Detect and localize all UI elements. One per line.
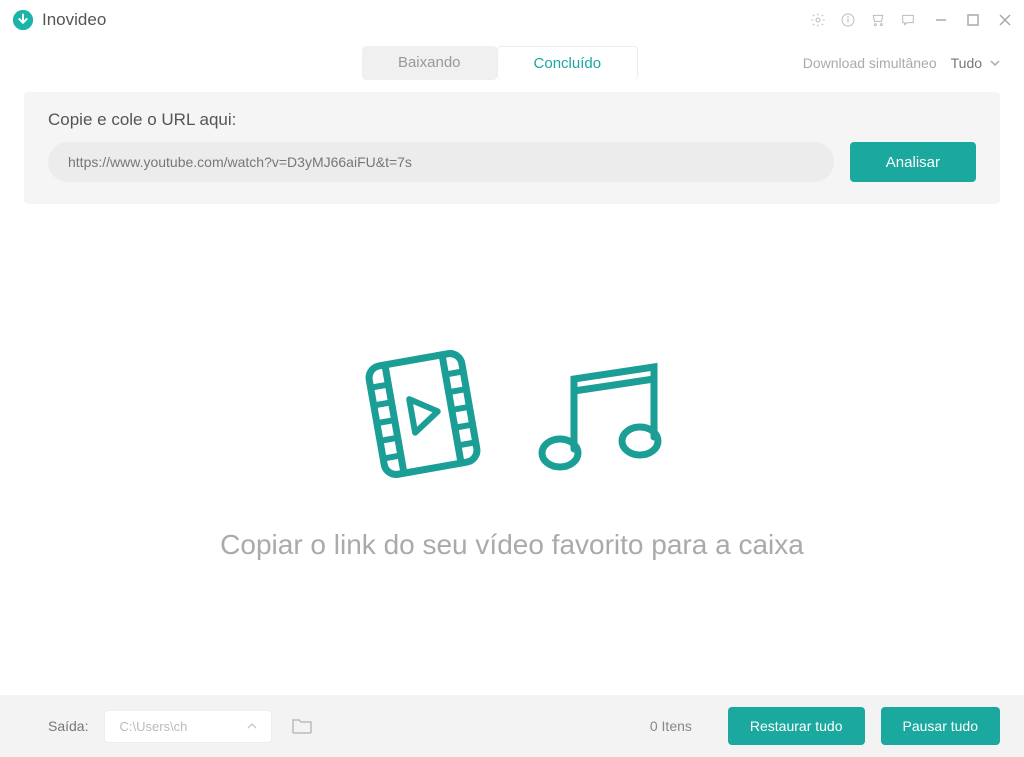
tabs: Baixando Concluído (362, 46, 638, 80)
footer: Saída: C:\Users\ch 0 Itens Restaurar tud… (0, 695, 1024, 757)
simultaneous-download-value: Tudo (951, 55, 982, 71)
simultaneous-download-label: Download simultâneo (803, 55, 937, 71)
titlebar: Inovideo (0, 0, 1024, 40)
app-logo-icon (12, 9, 34, 31)
close-icon[interactable] (998, 13, 1012, 27)
tabs-row: Baixando Concluído Download simultâneo T… (0, 40, 1024, 86)
url-input[interactable] (48, 142, 834, 182)
settings-icon[interactable] (810, 12, 826, 28)
url-section: Copie e cole o URL aqui: Analisar (24, 92, 1000, 204)
folder-icon (291, 717, 313, 735)
film-icon (348, 339, 498, 489)
pause-all-button[interactable]: Pausar tudo (881, 707, 1001, 745)
url-input-label: Copie e cole o URL aqui: (48, 110, 976, 130)
output-path-select[interactable]: C:\Users\ch (104, 710, 272, 743)
items-count: 0 Itens (650, 718, 692, 734)
open-folder-button[interactable] (288, 712, 316, 740)
empty-state: Copiar o link do seu vídeo favorito para… (0, 204, 1024, 695)
tab-completed[interactable]: Concluído (497, 46, 639, 80)
analyze-button[interactable]: Analisar (850, 142, 976, 182)
restore-all-button[interactable]: Restaurar tudo (728, 707, 865, 745)
chevron-up-icon (247, 723, 257, 729)
simultaneous-download-select[interactable]: Tudo (951, 55, 1000, 71)
chevron-down-icon (990, 60, 1000, 66)
maximize-icon[interactable] (966, 13, 980, 27)
tab-downloading[interactable]: Baixando (362, 46, 497, 80)
titlebar-actions (810, 12, 916, 28)
window-controls (934, 13, 1012, 27)
output-path-value: C:\Users\ch (119, 719, 187, 734)
minimize-icon[interactable] (934, 13, 948, 27)
empty-state-illustration (348, 339, 676, 489)
app-title: Inovideo (42, 10, 106, 30)
info-icon[interactable] (840, 12, 856, 28)
cart-icon[interactable] (870, 12, 886, 28)
output-label: Saída: (48, 718, 88, 734)
empty-state-text: Copiar o link do seu vídeo favorito para… (220, 529, 804, 561)
chat-icon[interactable] (900, 12, 916, 28)
music-note-icon (526, 349, 676, 489)
